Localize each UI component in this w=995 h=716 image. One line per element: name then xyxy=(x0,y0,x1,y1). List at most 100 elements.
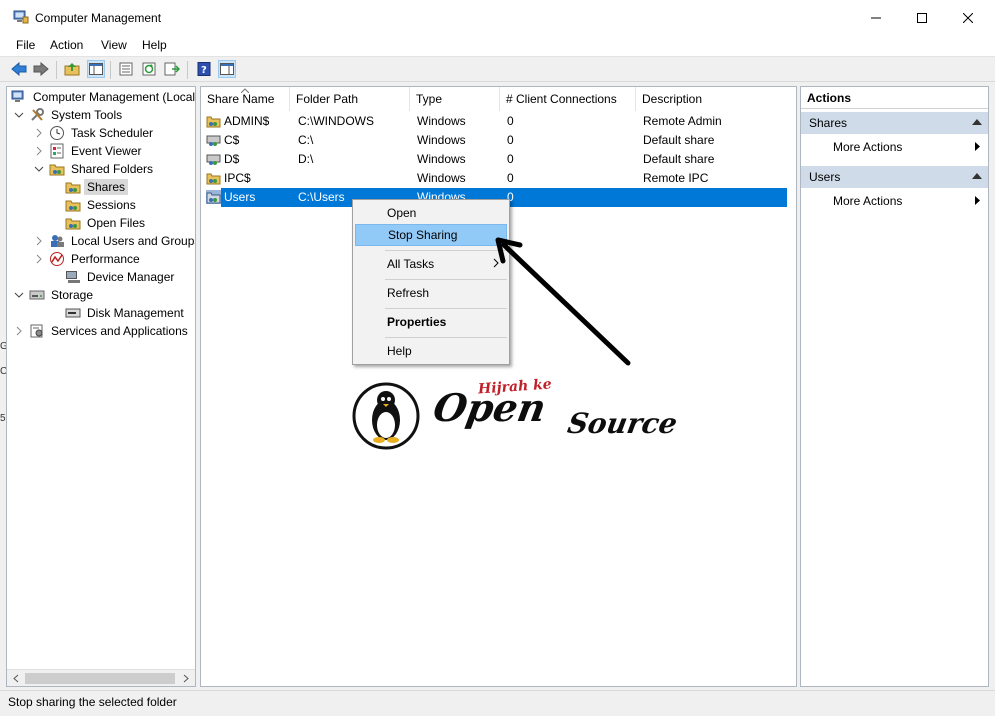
column-folder-path[interactable]: Folder Path xyxy=(290,87,410,111)
tree-item-system-tools[interactable]: System Tools xyxy=(13,106,125,124)
cell-connections: 0 xyxy=(507,171,514,185)
help-book-icon: ? xyxy=(197,62,211,76)
cell-type: Windows xyxy=(417,171,466,185)
back-button[interactable] xyxy=(10,60,28,78)
column-label: # Client Connections xyxy=(506,92,617,106)
table-row[interactable]: C$ C:\ Windows 0 Default share xyxy=(203,131,787,150)
tree-item-local-users[interactable]: Local Users and Groups xyxy=(33,232,195,250)
status-bar: Stop sharing the selected folder xyxy=(0,690,995,716)
more-actions-users[interactable]: More Actions xyxy=(801,190,988,212)
cell-connections: 0 xyxy=(507,133,514,147)
tree-item-device-manager[interactable]: Device Manager xyxy=(49,268,177,286)
menu-file[interactable]: File xyxy=(16,38,35,52)
maximize-button[interactable] xyxy=(899,0,945,36)
sort-ascending-icon xyxy=(241,88,249,93)
shared-folder-icon xyxy=(206,116,221,128)
folder-up-icon xyxy=(64,63,80,76)
edge-artifact: 5 xyxy=(0,413,6,424)
collapse-up-icon[interactable] xyxy=(972,119,982,125)
chevron-right-icon[interactable] xyxy=(33,235,45,247)
tree-item-services[interactable]: Services and Applications xyxy=(13,322,191,340)
properties-toolbar-button[interactable] xyxy=(117,60,135,78)
menu-item-help[interactable]: Help xyxy=(355,340,507,362)
chevron-down-icon[interactable] xyxy=(33,163,45,175)
refresh-toolbar-button[interactable] xyxy=(140,60,158,78)
cell-connections: 0 xyxy=(507,114,514,128)
properties-sheet-icon xyxy=(119,62,133,76)
scroll-left-icon[interactable] xyxy=(10,673,22,684)
menu-view[interactable]: View xyxy=(101,38,127,52)
menu-item-all-tasks[interactable]: All Tasks xyxy=(355,253,507,275)
table-row[interactable]: IPC$ Windows 0 Remote IPC xyxy=(203,169,787,188)
chevron-down-icon[interactable] xyxy=(13,109,25,121)
tree-label: Performance xyxy=(71,252,140,266)
tree-item-computer-management[interactable]: Computer Management (Local xyxy=(11,88,196,106)
menu-item-properties[interactable]: Properties xyxy=(355,311,507,333)
scroll-right-icon[interactable] xyxy=(180,673,192,684)
tree-item-event-viewer[interactable]: Event Viewer xyxy=(33,142,144,160)
annotation-arrow-icon xyxy=(495,237,631,366)
shared-folder-icon xyxy=(65,197,81,213)
tree-item-performance[interactable]: Performance xyxy=(33,250,143,268)
minimize-button[interactable] xyxy=(853,0,899,36)
storage-icon xyxy=(29,287,45,303)
tree-label: Services and Applications xyxy=(51,324,188,338)
cell-type: Windows xyxy=(417,133,466,147)
export-list-button[interactable] xyxy=(163,60,181,78)
chevron-down-icon[interactable] xyxy=(13,289,25,301)
more-actions-shares[interactable]: More Actions xyxy=(801,136,988,158)
show-action-pane-button[interactable] xyxy=(218,60,236,78)
tree-label: Computer Management (Local xyxy=(33,90,196,104)
forward-button[interactable] xyxy=(32,60,50,78)
logo-word-source: Source xyxy=(565,407,680,440)
tree-item-shares[interactable]: Shares xyxy=(49,178,129,196)
tree-item-sessions[interactable]: Sessions xyxy=(49,196,139,214)
chevron-right-icon[interactable] xyxy=(33,145,45,157)
tree-horizontal-scrollbar[interactable] xyxy=(7,669,195,686)
menu-item-refresh[interactable]: Refresh xyxy=(355,282,507,304)
column-description[interactable]: Description xyxy=(636,87,796,111)
up-level-button[interactable] xyxy=(63,60,81,78)
menu-help[interactable]: Help xyxy=(142,38,167,52)
cell-description: Remote IPC xyxy=(643,171,709,185)
column-type[interactable]: Type xyxy=(410,87,500,111)
tree-item-shared-folders[interactable]: Shared Folders xyxy=(33,160,156,178)
menu-separator xyxy=(385,308,507,309)
column-client-connections[interactable]: # Client Connections xyxy=(500,87,636,111)
menu-item-stop-sharing[interactable]: Stop Sharing xyxy=(355,224,507,246)
forward-arrow-icon xyxy=(33,62,49,76)
menu-separator xyxy=(385,250,507,251)
toolbar: ? xyxy=(0,56,995,82)
chevron-right-icon[interactable] xyxy=(33,127,45,139)
actions-section-shares[interactable]: Shares xyxy=(801,112,988,134)
table-row[interactable]: ADMIN$ C:\WINDOWS Windows 0 Remote Admin xyxy=(203,112,787,131)
actions-pane: Actions Shares More Actions Users More A… xyxy=(800,86,989,687)
close-button[interactable] xyxy=(945,0,991,36)
chevron-right-icon[interactable] xyxy=(13,325,25,337)
scroll-thumb[interactable] xyxy=(25,673,175,684)
column-share-name[interactable]: Share Name xyxy=(201,87,290,111)
tree-item-open-files[interactable]: Open Files xyxy=(49,214,148,232)
table-row[interactable]: D$ D:\ Windows 0 Default share xyxy=(203,150,787,169)
cell-connections: 0 xyxy=(507,152,514,166)
tree-item-task-scheduler[interactable]: Task Scheduler xyxy=(33,124,156,142)
column-label: Description xyxy=(642,92,703,106)
toolbar-separator xyxy=(56,61,57,79)
actions-section-users[interactable]: Users xyxy=(801,166,988,188)
menu-action[interactable]: Action xyxy=(50,38,83,52)
menu-separator xyxy=(385,279,507,280)
help-toolbar-button[interactable]: ? xyxy=(195,60,213,78)
clock-icon xyxy=(49,125,65,141)
tree-item-storage[interactable]: Storage xyxy=(13,286,96,304)
users-icon xyxy=(49,233,65,249)
tree-item-disk-management[interactable]: Disk Management xyxy=(49,304,187,322)
tree-label: System Tools xyxy=(51,108,123,122)
menu-separator xyxy=(385,337,507,338)
export-list-icon xyxy=(164,62,180,76)
collapse-up-icon[interactable] xyxy=(972,173,982,179)
cell-type: Windows xyxy=(417,114,466,128)
chevron-right-icon[interactable] xyxy=(33,253,45,265)
tree-label: Event Viewer xyxy=(71,144,142,158)
menu-item-open[interactable]: Open xyxy=(355,202,507,224)
show-hide-tree-button[interactable] xyxy=(87,60,105,78)
